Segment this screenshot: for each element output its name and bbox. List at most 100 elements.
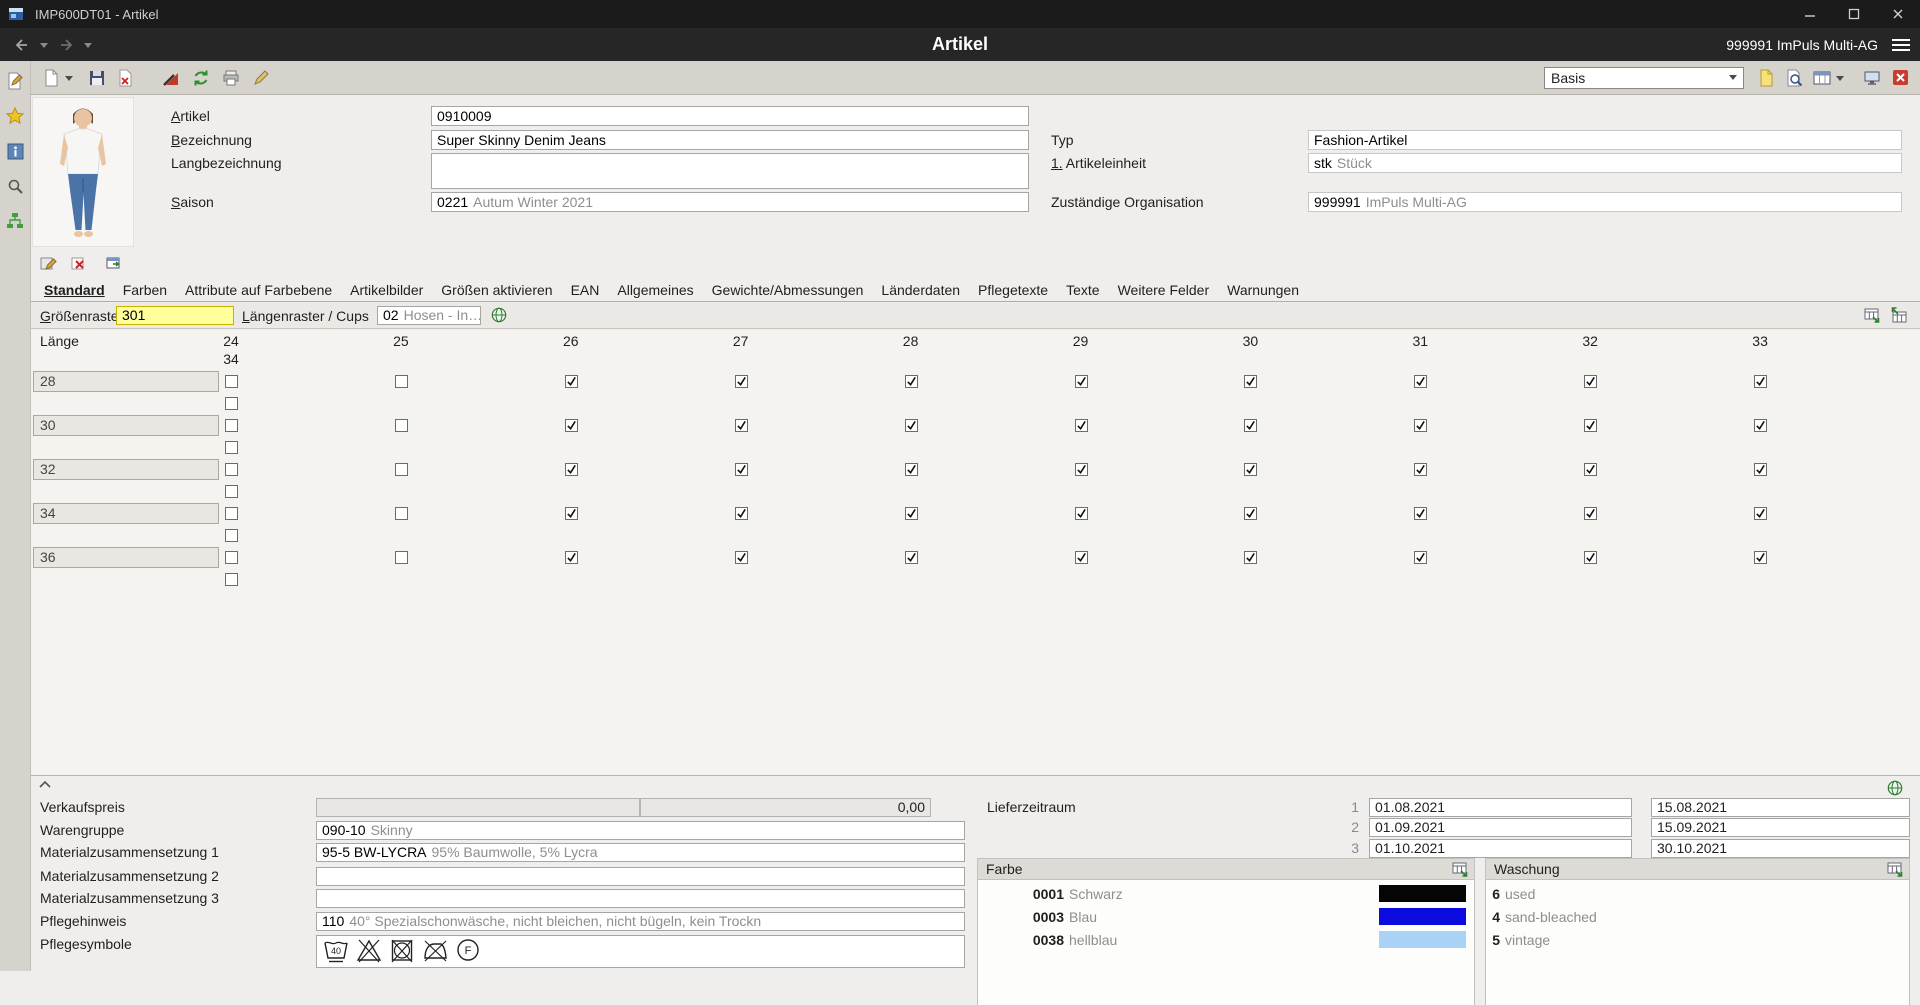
size-checkbox-36-25[interactable] (395, 551, 408, 564)
size-checkbox-32-31[interactable] (1414, 463, 1427, 476)
waschung-table-icon[interactable] (1887, 861, 1904, 881)
delete-document-icon[interactable] (113, 66, 137, 90)
size-checkbox-34-30[interactable] (1244, 507, 1257, 520)
tab-gr-en-aktivieren[interactable]: Größen aktivieren (432, 280, 561, 301)
farbe-table-icon[interactable] (1452, 861, 1469, 881)
size-checkbox-36-31[interactable] (1414, 551, 1427, 564)
verify-icon[interactable] (159, 66, 183, 90)
tab-warnungen[interactable]: Warnungen (1218, 280, 1308, 301)
waschung-row-5[interactable]: 5vintage (1486, 928, 1909, 951)
tab-weitere-felder[interactable]: Weitere Felder (1109, 280, 1219, 301)
tab-gewichte-abmessungen[interactable]: Gewichte/Abmessungen (703, 280, 873, 301)
size-checkbox-32-26[interactable] (565, 463, 578, 476)
tab-ean[interactable]: EAN (562, 280, 609, 301)
lieferzeitraum-to-2[interactable]: 15.09.2021 (1651, 818, 1910, 837)
size-checkbox-34-34[interactable] (225, 529, 238, 542)
size-checkbox-28-27[interactable] (735, 375, 748, 388)
size-checkbox-36-29[interactable] (1075, 551, 1088, 564)
farbe-row-0001[interactable]: 0001Schwarz (978, 882, 1474, 905)
edit-pencil-icon[interactable] (249, 66, 273, 90)
size-checkbox-34-24[interactable] (225, 507, 238, 520)
article-image[interactable] (33, 98, 133, 246)
screen-icon[interactable] (1860, 66, 1884, 90)
layout-table-icon[interactable] (1810, 66, 1834, 90)
size-checkbox-32-25[interactable] (395, 463, 408, 476)
size-checkbox-28-29[interactable] (1075, 375, 1088, 388)
size-checkbox-28-33[interactable] (1754, 375, 1767, 388)
preview-icon[interactable] (1782, 66, 1806, 90)
size-checkbox-36-26[interactable] (565, 551, 578, 564)
tab-l-nderdaten[interactable]: Länderdaten (872, 280, 969, 301)
size-checkbox-36-33[interactable] (1754, 551, 1767, 564)
detail-globe-icon[interactable] (1887, 780, 1903, 799)
tab-pflegetexte[interactable]: Pflegetexte (969, 280, 1057, 301)
shortcut-icon[interactable] (1754, 66, 1778, 90)
organisation-field[interactable]: 999991ImPuls Multi-AG (1308, 192, 1902, 212)
image-open-window-icon[interactable] (105, 255, 122, 275)
new-document-dropdown-icon[interactable] (63, 66, 75, 90)
collapse-chevron-icon[interactable] (37, 777, 53, 794)
lieferzeitraum-from-3[interactable]: 01.10.2021 (1369, 839, 1632, 858)
size-checkbox-30-30[interactable] (1244, 419, 1257, 432)
refresh-icon[interactable] (189, 66, 213, 90)
size-checkbox-28-32[interactable] (1584, 375, 1597, 388)
tab-standard[interactable]: Standard (35, 280, 114, 301)
size-checkbox-30-26[interactable] (565, 419, 578, 432)
size-checkbox-34-29[interactable] (1075, 507, 1088, 520)
material3-field[interactable] (316, 889, 965, 908)
tab-artikelbilder[interactable]: Artikelbilder (341, 280, 432, 301)
size-checkbox-30-29[interactable] (1075, 419, 1088, 432)
close-button[interactable] (1876, 0, 1920, 28)
grid-export-icon[interactable] (1864, 307, 1881, 327)
rail-structure-icon[interactable] (3, 209, 27, 233)
pflegehinweis-field[interactable]: 11040° Spezialschonwäsche, nicht bleiche… (316, 912, 965, 931)
minimize-button[interactable] (1788, 0, 1832, 28)
size-checkbox-36-28[interactable] (905, 551, 918, 564)
size-checkbox-34-27[interactable] (735, 507, 748, 520)
rail-favorites-star-icon[interactable] (3, 104, 27, 128)
exit-icon[interactable] (1888, 66, 1912, 90)
lieferzeitraum-from-2[interactable]: 01.09.2021 (1369, 818, 1632, 837)
size-checkbox-32-32[interactable] (1584, 463, 1597, 476)
size-checkbox-30-27[interactable] (735, 419, 748, 432)
size-checkbox-32-27[interactable] (735, 463, 748, 476)
material1-field[interactable]: 95-5 BW-LYCRA95% Baumwolle, 5% Lycra (316, 843, 965, 862)
image-edit-icon[interactable] (40, 255, 57, 275)
size-checkbox-32-29[interactable] (1075, 463, 1088, 476)
tab-allgemeines[interactable]: Allgemeines (608, 280, 702, 301)
saison-field[interactable]: 0221Autum Winter 2021 (431, 192, 1029, 212)
menu-icon[interactable] (1892, 36, 1910, 54)
warengruppe-field[interactable]: 090-10Skinny (316, 821, 965, 840)
grid-import-icon[interactable] (1890, 307, 1907, 327)
size-checkbox-30-25[interactable] (395, 419, 408, 432)
size-checkbox-34-33[interactable] (1754, 507, 1767, 520)
lieferzeitraum-to-3[interactable]: 30.10.2021 (1651, 839, 1910, 858)
groessenraster-field[interactable]: 301 (116, 306, 234, 325)
size-checkbox-34-31[interactable] (1414, 507, 1427, 520)
size-checkbox-28-34[interactable] (225, 397, 238, 410)
size-checkbox-30-31[interactable] (1414, 419, 1427, 432)
maximize-button[interactable] (1832, 0, 1876, 28)
rail-edit-note-icon[interactable] (3, 69, 27, 93)
size-checkbox-32-33[interactable] (1754, 463, 1767, 476)
waschung-row-6[interactable]: 6used (1486, 882, 1909, 905)
size-checkbox-36-27[interactable] (735, 551, 748, 564)
size-checkbox-28-31[interactable] (1414, 375, 1427, 388)
size-checkbox-34-28[interactable] (905, 507, 918, 520)
langbezeichnung-field[interactable] (431, 153, 1029, 189)
size-checkbox-32-28[interactable] (905, 463, 918, 476)
tab-attribute-auf-farbebene[interactable]: Attribute auf Farbebene (176, 280, 341, 301)
size-checkbox-28-24[interactable] (225, 375, 238, 388)
size-checkbox-34-32[interactable] (1584, 507, 1597, 520)
lieferzeitraum-from-1[interactable]: 01.08.2021 (1369, 798, 1632, 817)
size-checkbox-32-34[interactable] (225, 485, 238, 498)
raster-globe-icon[interactable] (491, 307, 507, 326)
size-checkbox-30-32[interactable] (1584, 419, 1597, 432)
image-delete-icon[interactable] (71, 255, 88, 275)
size-checkbox-30-33[interactable] (1754, 419, 1767, 432)
waschung-row-4[interactable]: 4sand-bleached (1486, 905, 1909, 928)
size-checkbox-28-30[interactable] (1244, 375, 1257, 388)
rail-info-icon[interactable] (3, 139, 27, 163)
size-checkbox-28-26[interactable] (565, 375, 578, 388)
size-checkbox-28-25[interactable] (395, 375, 408, 388)
